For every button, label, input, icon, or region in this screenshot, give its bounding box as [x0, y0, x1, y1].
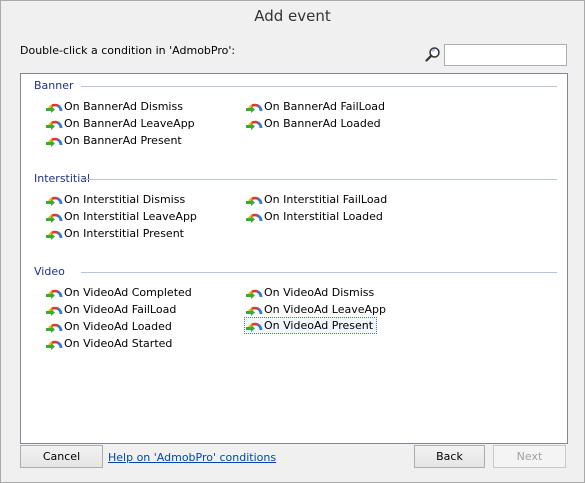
condition-icon — [45, 285, 63, 301]
condition-item[interactable]: On VideoAd Dismiss — [245, 284, 377, 301]
condition-label: On Interstitial FailLoad — [264, 193, 388, 206]
group-title: Video — [34, 265, 65, 278]
condition-item[interactable]: On BannerAd FailLoad — [245, 98, 388, 115]
group-divider — [81, 179, 557, 180]
condition-item[interactable]: On VideoAd Present — [244, 317, 378, 334]
condition-icon — [245, 318, 263, 334]
condition-item[interactable]: On VideoAd LeaveApp — [245, 301, 389, 318]
condition-label: On VideoAd Present — [264, 319, 374, 332]
instruction-label: Double-click a condition in 'AdmobPro': — [20, 44, 236, 57]
dialog-title: Add event — [254, 7, 331, 25]
condition-item[interactable]: On VideoAd Completed — [45, 284, 195, 301]
condition-label: On BannerAd FailLoad — [264, 100, 386, 113]
condition-icon — [45, 302, 63, 318]
condition-icon — [45, 116, 63, 132]
condition-label: On BannerAd LeaveApp — [64, 117, 195, 130]
condition-icon — [245, 99, 263, 115]
condition-item[interactable]: On Interstitial Present — [45, 225, 187, 242]
condition-icon — [45, 209, 63, 225]
condition-item[interactable]: On BannerAd Present — [45, 132, 185, 149]
cancel-button[interactable]: Cancel — [20, 445, 103, 468]
condition-label: On Interstitial Loaded — [264, 210, 383, 223]
condition-item[interactable]: On BannerAd Loaded — [245, 115, 384, 132]
condition-icon — [45, 336, 63, 352]
condition-label: On VideoAd Dismiss — [264, 286, 375, 299]
condition-icon — [45, 319, 63, 335]
condition-item[interactable]: On Interstitial FailLoad — [245, 191, 390, 208]
search-input[interactable] — [444, 44, 567, 66]
condition-item[interactable]: On VideoAd Loaded — [45, 318, 175, 335]
condition-item[interactable]: On Interstitial LeaveApp — [45, 208, 200, 225]
condition-list[interactable]: Banner On BannerAd Dismiss On BannerAd Fai… — [20, 73, 568, 444]
condition-item[interactable]: On Interstitial Dismiss — [45, 191, 188, 208]
condition-label: On Interstitial Dismiss — [64, 193, 186, 206]
condition-item[interactable]: On VideoAd FailLoad — [45, 301, 179, 318]
condition-label: On VideoAd Completed — [64, 286, 192, 299]
condition-icon — [45, 226, 63, 242]
condition-label: On VideoAd Loaded — [64, 320, 172, 333]
condition-icon — [45, 133, 63, 149]
condition-label: On Interstitial LeaveApp — [64, 210, 197, 223]
group-title: Banner — [34, 79, 74, 92]
condition-label: On Interstitial Present — [64, 227, 184, 240]
condition-label: On VideoAd FailLoad — [64, 303, 177, 316]
condition-label: On BannerAd Present — [64, 134, 182, 147]
condition-label: On BannerAd Dismiss — [64, 100, 183, 113]
condition-icon — [245, 302, 263, 318]
condition-item[interactable]: On BannerAd Dismiss — [45, 98, 186, 115]
condition-label: On VideoAd Started — [64, 337, 173, 350]
condition-icon — [245, 192, 263, 208]
back-button[interactable]: Back — [414, 445, 485, 468]
condition-icon — [245, 285, 263, 301]
next-button[interactable]: Next — [493, 445, 566, 468]
condition-item[interactable]: On VideoAd Started — [45, 335, 175, 352]
search-icon[interactable] — [425, 46, 441, 62]
condition-label: On VideoAd LeaveApp — [264, 303, 386, 316]
condition-icon — [245, 209, 263, 225]
condition-icon — [45, 192, 63, 208]
group-divider — [81, 272, 557, 273]
condition-icon — [245, 116, 263, 132]
add-event-dialog: Add event Double-click a condition in 'A… — [0, 0, 585, 483]
condition-icon — [45, 99, 63, 115]
condition-item[interactable]: On Interstitial Loaded — [245, 208, 386, 225]
condition-item[interactable]: On BannerAd LeaveApp — [45, 115, 198, 132]
group-divider — [81, 86, 557, 87]
help-link[interactable]: Help on 'AdmobPro' conditions — [108, 451, 276, 464]
condition-label: On BannerAd Loaded — [264, 117, 381, 130]
